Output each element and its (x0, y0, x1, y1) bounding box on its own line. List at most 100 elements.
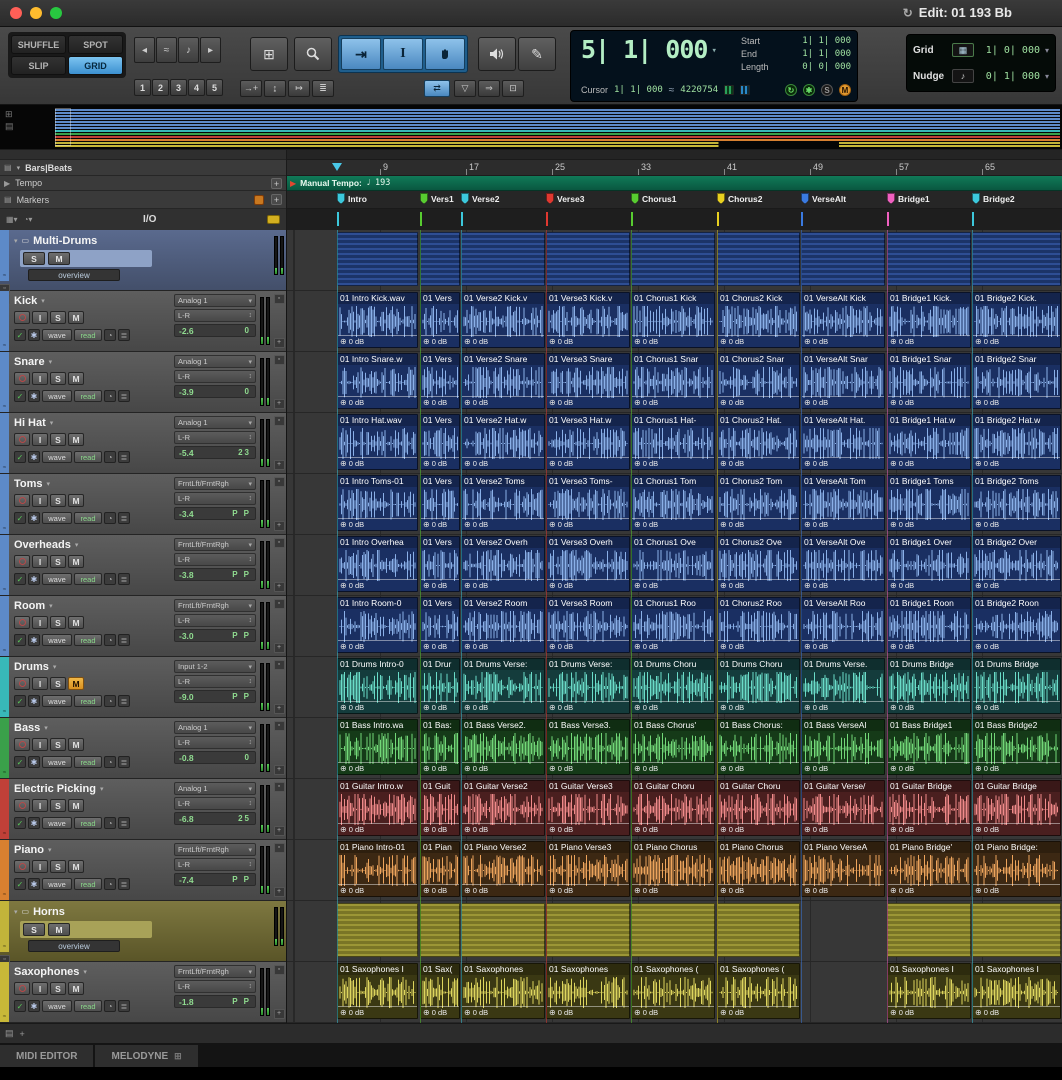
clip[interactable]: 01 VerseAlt Ove⊕0 dB (801, 536, 885, 592)
clip[interactable]: 01 Bridge1 Toms⊕0 dB (887, 475, 971, 531)
add-playlist-button[interactable]: + (274, 460, 285, 470)
pan-value[interactable]: P P (232, 997, 251, 1006)
automation-mode-button[interactable]: read (74, 817, 102, 829)
clip[interactable]: 01 Chorus2 Kick⊕0 dB (717, 292, 800, 348)
clip[interactable]: 01 Bridge2 Hat.w⊕0 dB (972, 414, 1061, 470)
clip[interactable]: 01 Intro Overhea⊕0 dB (337, 536, 418, 592)
track-color-strip[interactable]: ≈ (0, 230, 9, 281)
add-playlist-button[interactable]: + (274, 399, 285, 409)
clip-gain-display[interactable]: ⊕0 dB (718, 701, 799, 713)
mute-button[interactable]: M (68, 860, 84, 873)
input-selector[interactable]: FrntLft/FrntRgh▾ (174, 965, 256, 978)
clip[interactable]: 01 Verse3 Hat.w⊕0 dB (546, 414, 630, 470)
volume-pan-display[interactable]: -6.825 (174, 812, 256, 825)
dyn-transport-icon[interactable]: ✓ (14, 878, 26, 890)
nudge-status-icon[interactable] (740, 85, 750, 95)
tab-to-transient-button[interactable]: →+ (240, 80, 262, 97)
clip[interactable]: 01 Pian⊕0 dB (420, 841, 460, 897)
clip[interactable]: 01 Chorus1 Tom⊕0 dB (631, 475, 715, 531)
input-monitor-button[interactable]: I (32, 494, 48, 507)
clip-gain-display[interactable]: ⊕0 dB (547, 396, 629, 408)
clip-gain-display[interactable]: ⊕0 dB (632, 823, 714, 835)
pencil-tool-button[interactable]: ✎ (518, 37, 556, 71)
input-selector[interactable]: Analog 1▾ (174, 294, 256, 307)
input-selector[interactable]: FrntLft/FrntRgh▾ (174, 538, 256, 551)
length-value[interactable]: 0| 0| 000 (802, 62, 851, 75)
playlist-view-button[interactable]: wave (42, 1000, 72, 1012)
midi-zoom-button[interactable]: ♪ (178, 37, 199, 63)
add-playlist-button[interactable]: + (274, 826, 285, 836)
track-lane-bass[interactable]: 01 Bass Intro.wa⊕0 dB01 Bas:⊕0 dB01 Bass… (287, 718, 1062, 779)
timebase-icon[interactable]: ◔ (104, 634, 116, 646)
track-options-button[interactable]: ▫ (274, 477, 285, 487)
record-arm-button[interactable] (14, 799, 30, 812)
clip-gain-display[interactable]: ⊕0 dB (973, 579, 1060, 591)
track-options-button[interactable]: ▫ (274, 599, 285, 609)
clip-gain-display[interactable]: ⊕0 dB (421, 762, 459, 774)
close-window-button[interactable] (10, 7, 22, 19)
clip-gain-display[interactable]: ⊕0 dB (973, 396, 1060, 408)
clip[interactable]: 01 Vers⊕0 dB (420, 353, 460, 409)
clip[interactable]: 01 Piano Intro-01⊕0 dB (337, 841, 418, 897)
solo-button[interactable]: S (50, 372, 66, 385)
clip-gain-display[interactable]: ⊕0 dB (802, 579, 884, 591)
clip-gain-display[interactable]: ⊕0 dB (547, 457, 629, 469)
input-selector[interactable]: FrntLft/FrntRgh▾ (174, 477, 256, 490)
track-timebase-icon[interactable]: ◔▾ (24, 215, 33, 224)
record-arm-button[interactable] (14, 860, 30, 873)
elastic-audio-icon[interactable]: ✱ (28, 695, 40, 707)
clip[interactable]: 01 Bass VerseAl⊕0 dB (801, 719, 885, 775)
clip-gain-display[interactable]: ⊕0 dB (632, 335, 714, 347)
zoom-window-button[interactable] (50, 7, 62, 19)
track-expand-icon[interactable]: ▾ (14, 908, 18, 916)
record-arm-button[interactable] (14, 677, 30, 690)
track-name[interactable]: Saxophones (14, 966, 79, 978)
record-arm-button[interactable] (14, 311, 30, 324)
automation-mode-button[interactable]: read (74, 878, 102, 890)
timebase-icon[interactable]: ◔ (104, 756, 116, 768)
clip-gain-display[interactable]: ⊕0 dB (338, 701, 417, 713)
clip-gain-display[interactable]: ⊕0 dB (718, 1006, 799, 1018)
automation-mode-button[interactable]: read (74, 329, 102, 341)
marker-color-swatch[interactable] (254, 195, 264, 205)
clip-gain-display[interactable]: ⊕0 dB (462, 823, 544, 835)
clip[interactable]: 01 Chorus1 Hat-⊕0 dB (631, 414, 715, 470)
grid-status-icon[interactable] (724, 85, 734, 95)
clip-gain-display[interactable]: ⊕0 dB (338, 518, 417, 530)
clip[interactable]: 01 Drums Intro-0⊕0 dB (337, 658, 418, 714)
clip-gain-display[interactable]: ⊕0 dB (632, 579, 714, 591)
clip-gain-display[interactable]: ⊕0 dB (888, 823, 970, 835)
clip-gain-display[interactable]: ⊕0 dB (973, 457, 1060, 469)
track-lane-hi-hat[interactable]: 01 Intro Hat.wav⊕0 dB01 Vers⊕0 dB01 Vers… (287, 413, 1062, 474)
input-monitor-button[interactable]: I (32, 677, 48, 690)
clip[interactable]: 01 Saxophones⊕0 dB (461, 963, 545, 1019)
track-name[interactable]: Multi-Drums (33, 235, 97, 247)
clip[interactable]: 01 Verse2 Toms⊕0 dB (461, 475, 545, 531)
clip[interactable]: 01 Vers⊕0 dB (420, 597, 460, 653)
clip[interactable]: 01 Intro Toms-01⊕0 dB (337, 475, 418, 531)
volume-pan-display[interactable]: -3.8P P (174, 568, 256, 581)
track-options-button[interactable]: ▫ (274, 416, 285, 426)
clip[interactable]: 01 Chorus2 Snar⊕0 dB (717, 353, 800, 409)
automation-mode-button[interactable]: read (74, 573, 102, 585)
clip-gain-display[interactable]: ⊕0 dB (888, 701, 970, 713)
track-name[interactable]: Hi Hat (14, 417, 46, 429)
clip-gain-display[interactable]: ⊕0 dB (338, 762, 417, 774)
track-color-strip[interactable]: ≈ (0, 779, 9, 839)
clip[interactable]: 01 Bridge1 Kick.⊕0 dB (887, 292, 971, 348)
solo-button[interactable]: S (50, 677, 66, 690)
clip-gain-display[interactable]: ⊕0 dB (547, 701, 629, 713)
clip[interactable]: 01 Vers⊕0 dB (420, 414, 460, 470)
clip[interactable]: 01 Bass Chorus:⊕0 dB (717, 719, 800, 775)
marker-versealt[interactable]: VerseAlt (801, 193, 846, 204)
record-arm-button[interactable] (14, 738, 30, 751)
playlist-view-button[interactable]: wave (42, 695, 72, 707)
track-color-strip[interactable]: ≈ (0, 962, 9, 1022)
clip-gain-display[interactable]: ⊕0 dB (462, 579, 544, 591)
clip[interactable]: 01 Piano Verse3⊕0 dB (546, 841, 630, 897)
clip[interactable]: 01 Bridge2 Kick.⊕0 dB (972, 292, 1061, 348)
add-playlist-button[interactable]: + (274, 887, 285, 897)
clip-gain-display[interactable]: ⊕0 dB (718, 579, 799, 591)
clip-gain-display[interactable]: ⊕0 dB (632, 396, 714, 408)
clip[interactable]: 01 Saxophones⊕0 dB (546, 963, 630, 1019)
